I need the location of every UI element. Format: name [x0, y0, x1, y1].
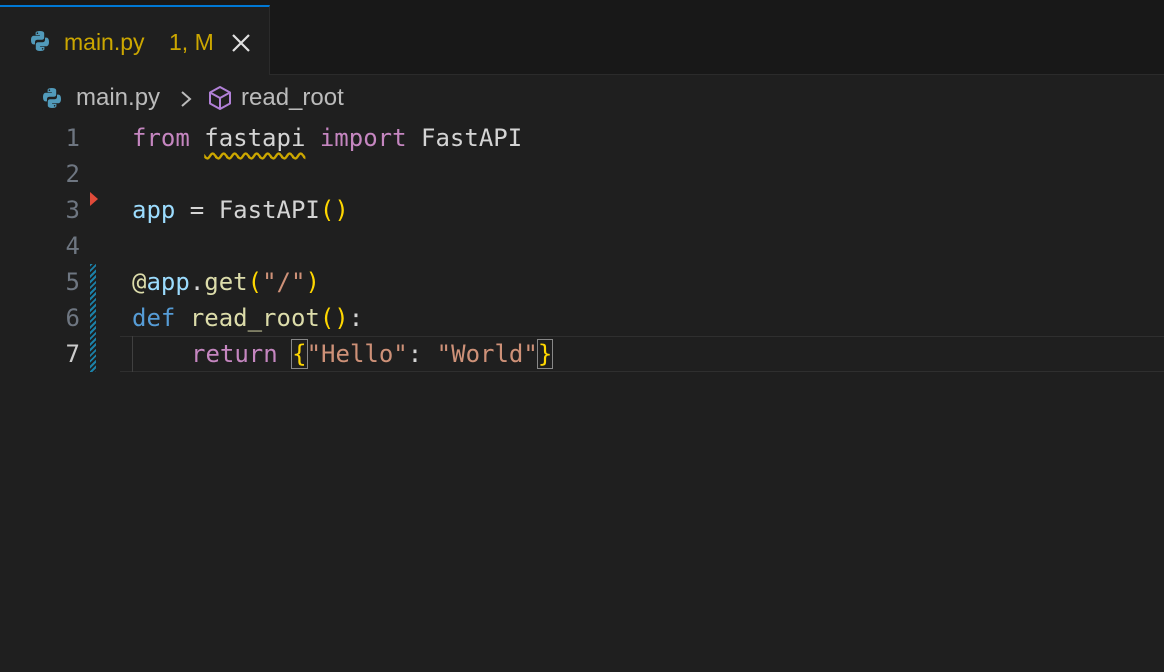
- code-line: 3 app = FastAPI(): [0, 192, 1164, 228]
- punctuation: :: [407, 340, 437, 368]
- indent-guide: [132, 336, 133, 372]
- operator: =: [175, 196, 219, 224]
- string: "Hello": [306, 340, 408, 368]
- bracket: (): [319, 304, 349, 332]
- function-name: read_root: [189, 304, 320, 332]
- class-name: FastAPI: [421, 124, 523, 152]
- class-call: FastAPI: [218, 196, 320, 224]
- string: "World": [436, 340, 538, 368]
- line-number: 7: [65, 340, 80, 368]
- code-line-active: 7 return {"Hello": "World"}: [0, 336, 1164, 372]
- breadcrumb-symbol[interactable]: read_root: [241, 84, 344, 112]
- code-line: 4: [0, 228, 1164, 264]
- line-number: 6: [65, 304, 80, 332]
- keyword: return: [191, 340, 278, 368]
- python-file-icon: [40, 86, 64, 117]
- punctuation: :: [348, 304, 364, 332]
- breadcrumb: main.py read_root: [0, 76, 1164, 120]
- decorator-at: @: [132, 268, 147, 296]
- module-name: fastapi: [204, 124, 306, 152]
- close-icon[interactable]: [228, 30, 256, 58]
- keyword: def: [132, 304, 176, 332]
- code-line: 2: [0, 156, 1164, 192]
- line-number: 2: [65, 160, 80, 188]
- keyword: import: [319, 124, 407, 152]
- variable: app: [146, 268, 190, 296]
- chevron-right-icon: [178, 88, 194, 116]
- function-call: get: [204, 268, 248, 296]
- line-number: 5: [65, 268, 80, 296]
- code-line: 6 def read_root():: [0, 300, 1164, 336]
- bracket: }: [536, 339, 554, 369]
- punctuation: .: [189, 268, 205, 296]
- bracket: {: [291, 339, 308, 369]
- keyword: from: [132, 124, 190, 152]
- code-editor[interactable]: 1 from fastapi import FastAPI 2 3 app = …: [0, 120, 1164, 672]
- bracket: (): [319, 196, 349, 224]
- line-number: 1: [65, 124, 80, 152]
- code-line: 5 @app.get("/"): [0, 264, 1164, 300]
- symbol-method-icon: [206, 84, 234, 119]
- bracket: (: [247, 268, 263, 296]
- code-line: 1 from fastapi import FastAPI: [0, 120, 1164, 156]
- line-number: 4: [65, 232, 80, 260]
- tab-filename: main.py: [64, 29, 145, 55]
- tab-main-py[interactable]: main.py 1, M: [0, 5, 270, 75]
- python-file-icon: [28, 29, 52, 57]
- line-number: 3: [65, 196, 80, 224]
- tab-bar: main.py 1, M: [0, 0, 1164, 75]
- tab-problem-badge: 1, M: [169, 29, 214, 55]
- bracket: ): [305, 268, 320, 296]
- breadcrumb-file[interactable]: main.py: [76, 84, 160, 112]
- variable: app: [132, 196, 176, 224]
- string: "/": [262, 268, 306, 296]
